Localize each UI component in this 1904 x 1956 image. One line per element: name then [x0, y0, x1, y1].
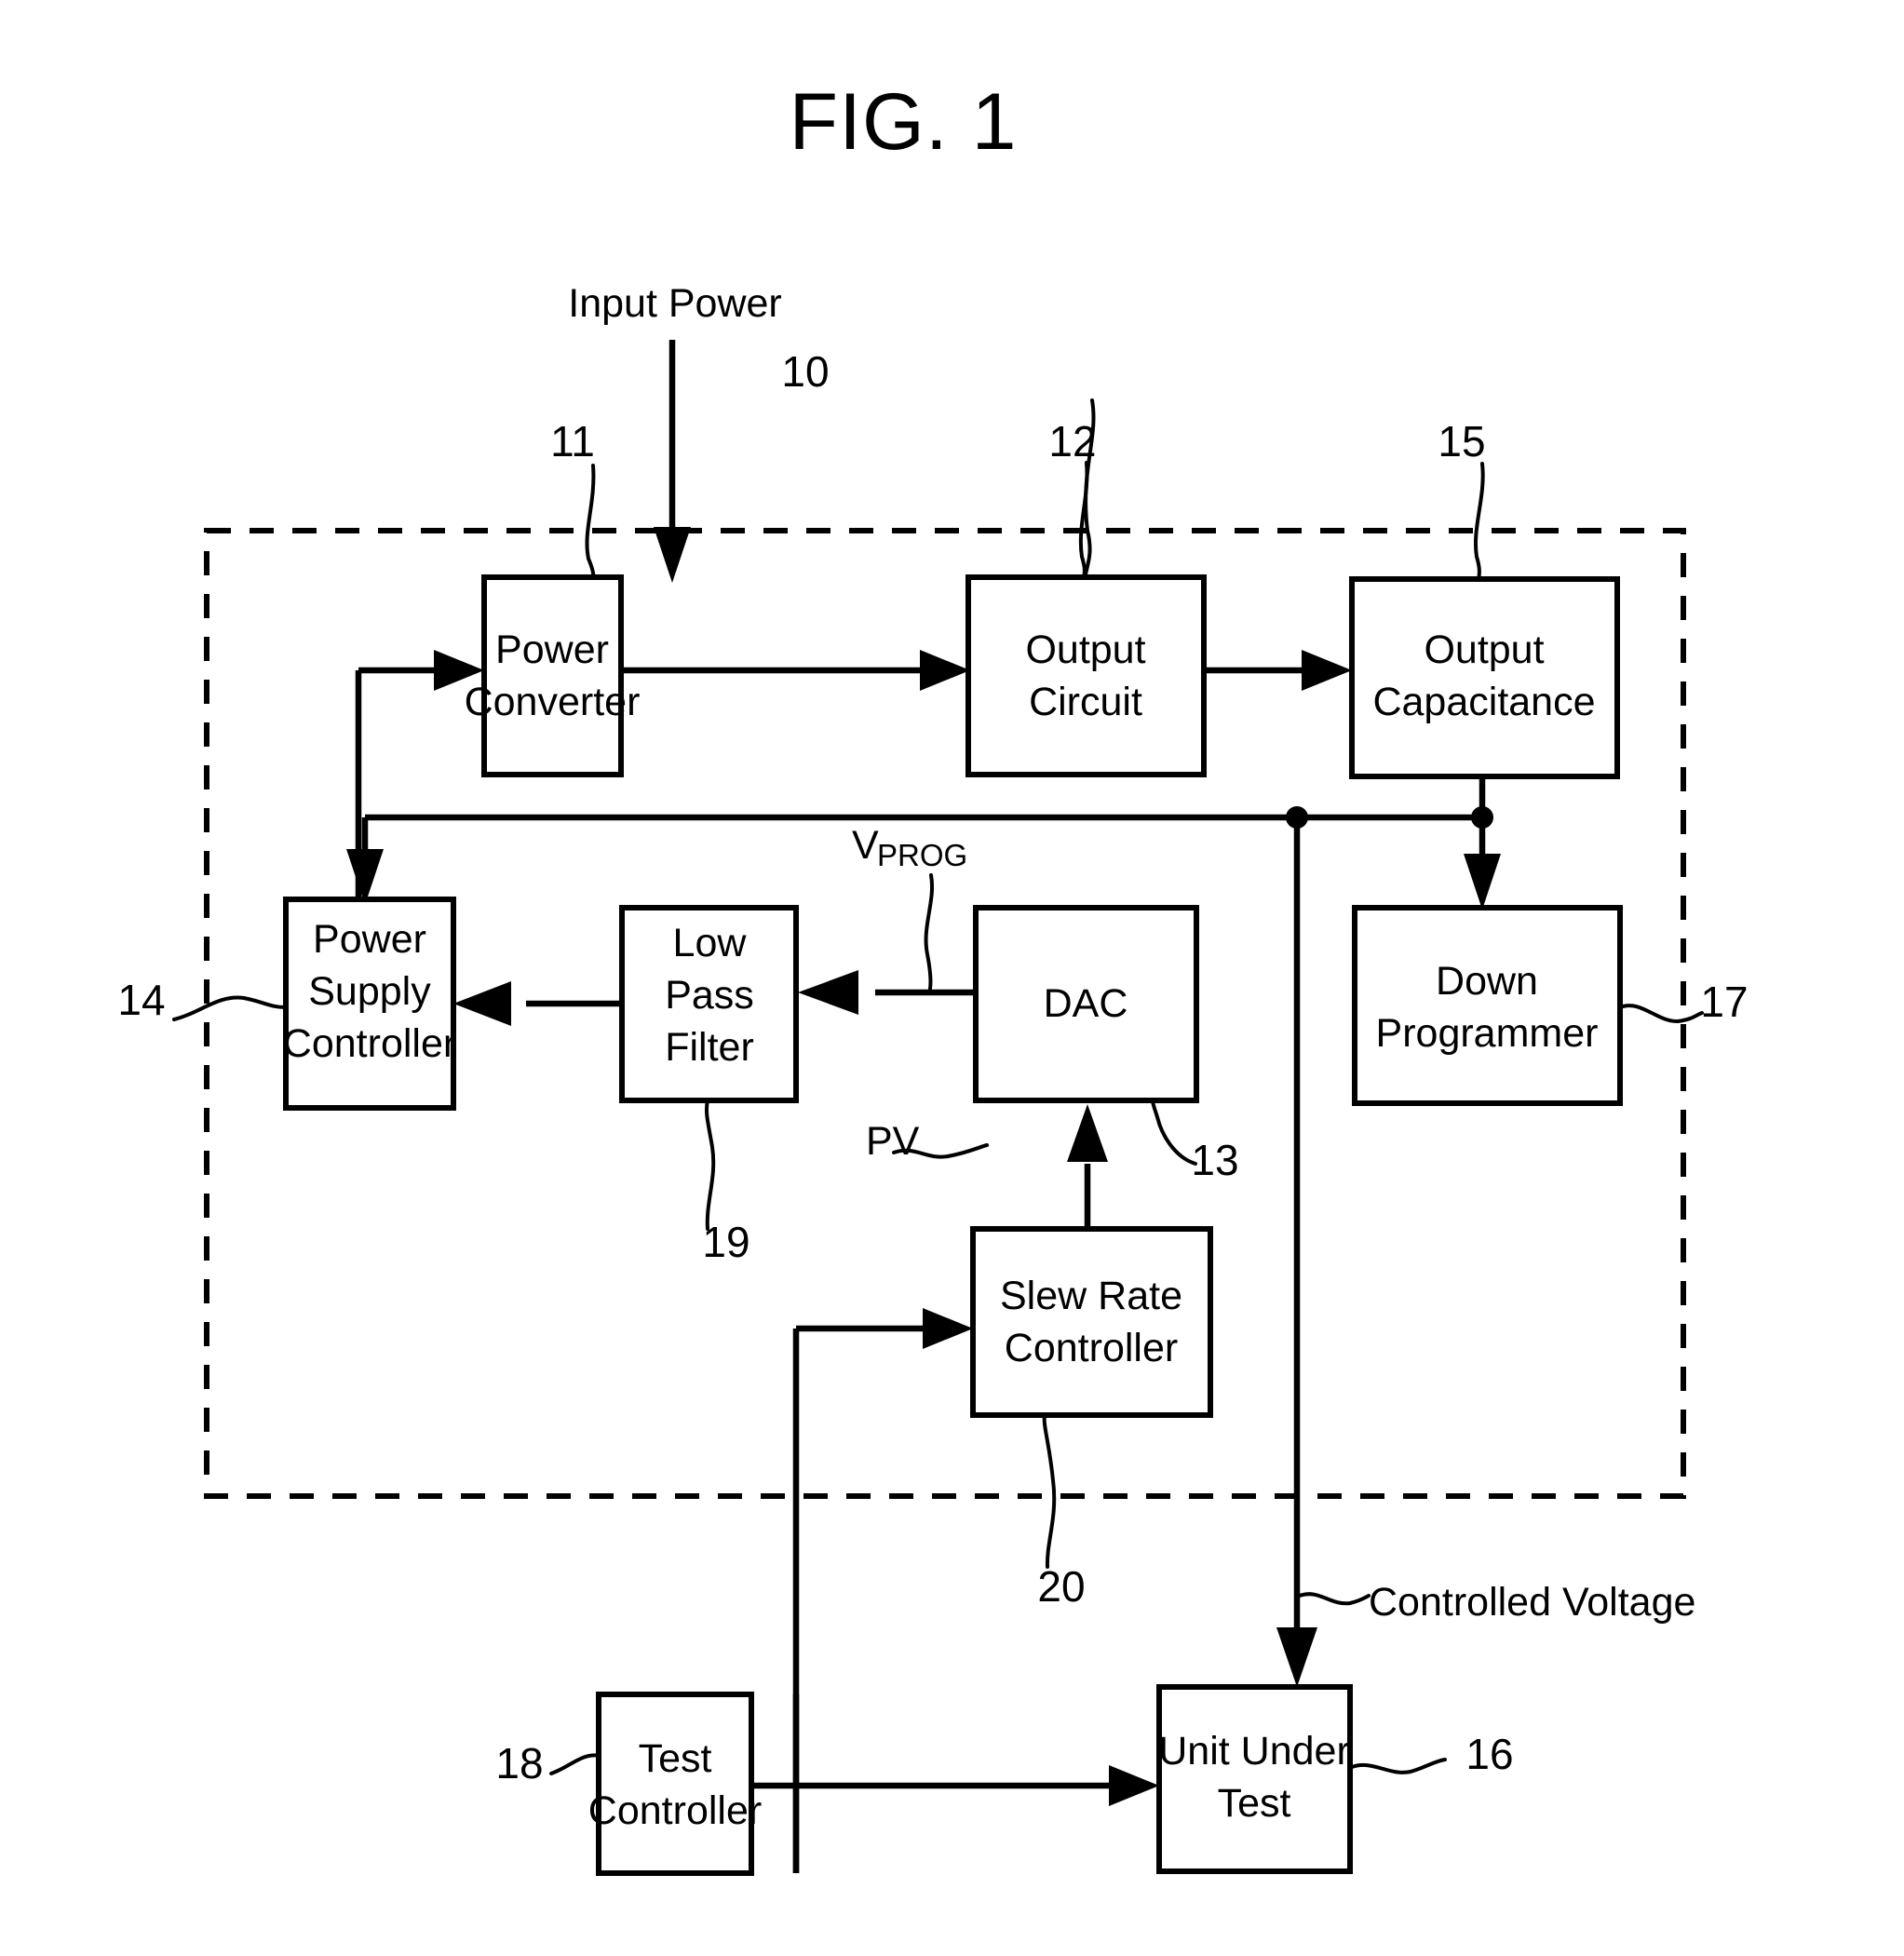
- label-input-power: Input Power: [568, 281, 781, 326]
- leader-ref-16: [1350, 1758, 1447, 1774]
- ref-number-18: 18: [495, 1739, 543, 1787]
- label-vprog-subscript: PROG: [877, 838, 967, 872]
- leader-ref-14: [172, 995, 288, 1021]
- block-output-capacitance-label-line-2: Capacitance: [1372, 680, 1595, 724]
- block-power-supply-controller-label-line-1: Power: [313, 917, 426, 962]
- block-dac-label: DAC: [1044, 981, 1128, 1026]
- wire-low-pass-filter-to-power-supply-controller: [453, 981, 622, 1026]
- ref-number-19: 19: [702, 1218, 749, 1266]
- leader-ref-19: [704, 1099, 716, 1231]
- ref-number-11: 11: [550, 417, 595, 465]
- leader-ref-13: [1151, 1099, 1197, 1166]
- block-output-circuit-label-line-1: Output: [1025, 627, 1145, 672]
- leader-ref-17: [1618, 1004, 1704, 1024]
- wire-test-controller-to-unit-under-test: [751, 1765, 1159, 1806]
- block-unit-under-test-label-line-1: Unit Under: [1158, 1729, 1350, 1774]
- wire-slew-rate-controller-to-dac: [1067, 1104, 1108, 1229]
- block-slew-rate-controller[interactable]: Slew Rate Controller: [970, 1226, 1213, 1418]
- block-low-pass-filter-label-line-3: Filter: [665, 1025, 754, 1070]
- wire-feedback-to-power-supply-controller: [346, 817, 384, 905]
- ref-number-20: 20: [1037, 1562, 1085, 1611]
- block-diagram: FIG. 1 Power Converter Output Circuit Ou…: [117, 77, 1749, 1876]
- wire-output-circuit-to-output-capacitance: [1204, 650, 1352, 691]
- label-controlled-voltage: Controlled Voltage: [1369, 1580, 1695, 1625]
- block-power-converter-label-line-1: Power: [495, 627, 609, 672]
- block-output-circuit[interactable]: Output Circuit: [966, 574, 1207, 777]
- block-output-capacitance[interactable]: Output Capacitance: [1349, 576, 1620, 779]
- block-slew-rate-controller-label-line-1: Slew Rate: [1000, 1274, 1182, 1318]
- label-vprog-main: V: [852, 823, 879, 868]
- label-pv: PV: [866, 1119, 920, 1164]
- block-power-converter-label-line-2: Converter: [465, 680, 641, 724]
- ref-number-14: 14: [117, 976, 165, 1024]
- block-power-converter[interactable]: Power Converter: [465, 574, 641, 777]
- block-unit-under-test-label-line-2: Test: [1218, 1781, 1291, 1826]
- wire-output-capacitance-feedback-bus: [365, 776, 1493, 829]
- ref-number-13: 13: [1191, 1136, 1238, 1184]
- wire-dac-to-low-pass-filter: [798, 970, 976, 1015]
- block-test-controller-label-line-2: Controller: [588, 1788, 762, 1833]
- block-down-programmer-label-line-1: Down: [1436, 959, 1538, 1004]
- block-power-supply-controller[interactable]: Power Supply Controller: [283, 897, 456, 1111]
- block-slew-rate-controller-label-line-2: Controller: [1005, 1326, 1178, 1370]
- block-output-capacitance-label-line-1: Output: [1424, 627, 1544, 672]
- block-test-controller[interactable]: Test Controller: [588, 1692, 762, 1876]
- block-low-pass-filter-label-line-2: Pass: [665, 973, 754, 1018]
- ref-number-10: 10: [781, 347, 829, 396]
- block-dac[interactable]: DAC: [973, 905, 1199, 1103]
- wire-input-power-to-power-converter: [654, 340, 691, 583]
- ref-number-16: 16: [1465, 1730, 1513, 1778]
- block-output-circuit-label-line-2: Circuit: [1029, 680, 1142, 724]
- block-down-programmer[interactable]: Down Programmer: [1352, 905, 1623, 1106]
- wire-output-capacitance-to-down-programmer: [1464, 817, 1501, 910]
- figure-title: FIG. 1: [790, 77, 1018, 167]
- block-power-supply-controller-label-line-3: Controller: [283, 1021, 456, 1066]
- leader-controlled-voltage: [1295, 1592, 1371, 1606]
- ref-number-15: 15: [1438, 417, 1485, 465]
- block-unit-under-test[interactable]: Unit Under Test: [1156, 1684, 1353, 1874]
- block-test-controller-label-line-1: Test: [639, 1736, 712, 1781]
- wire-power-converter-to-output-circuit: [621, 650, 970, 691]
- figure-root: FIG. 1 Power Converter Output Circuit Ou…: [0, 0, 1904, 1956]
- leader-ref-20: [1042, 1413, 1057, 1569]
- wire-controlled-voltage-to-unit-under-test: [1276, 817, 1317, 1687]
- ref-number-17: 17: [1700, 978, 1748, 1026]
- leader-vprog: [924, 873, 934, 991]
- block-power-supply-controller-label-line-2: Supply: [308, 969, 431, 1014]
- block-low-pass-filter-label-line-1: Low: [673, 921, 748, 965]
- leader-ref-15: [1474, 462, 1485, 583]
- block-down-programmer-label-line-2: Programmer: [1376, 1011, 1599, 1056]
- ref-number-12: 12: [1048, 417, 1096, 465]
- label-vprog: V PROG: [852, 823, 967, 872]
- block-low-pass-filter[interactable]: Low Pass Filter: [619, 905, 799, 1103]
- leader-ref-11: [585, 464, 596, 581]
